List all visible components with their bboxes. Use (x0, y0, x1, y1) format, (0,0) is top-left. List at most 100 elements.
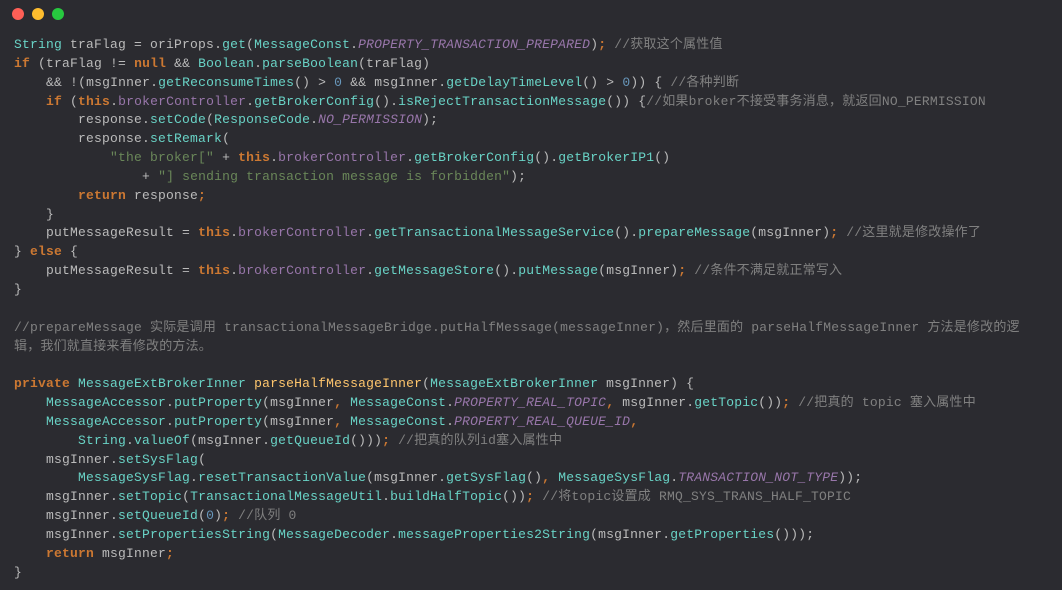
code-token: && (46, 75, 62, 90)
code-token: ()) (758, 395, 782, 410)
code-token: MessageConst (350, 414, 446, 429)
code-token (190, 225, 198, 240)
code-token: MessageAccessor (46, 414, 166, 429)
code-token: buildHalfTopic (390, 489, 502, 504)
code-indent (14, 75, 46, 90)
code-token: ( (182, 489, 190, 504)
code-token: 0 (334, 75, 342, 90)
code-token: msgInner (46, 452, 110, 467)
code-token: MessageExtBrokerInner (430, 376, 598, 391)
code-token: PROPERTY_REAL_TOPIC (454, 395, 606, 410)
code-token: )); (838, 470, 862, 485)
code-token: (msgInner (366, 470, 438, 485)
code-token: . (142, 131, 150, 146)
code-token: )) { (630, 75, 670, 90)
code-token: (). (614, 225, 638, 240)
code-token: TRANSACTION_NOT_TYPE (678, 470, 838, 485)
code-token: PROPERTY_TRANSACTION_PREPARED (358, 37, 590, 52)
code-indent (14, 508, 46, 523)
code-indent (14, 546, 46, 561)
code-comment: //队列 0 (230, 508, 296, 523)
code-token (214, 150, 222, 165)
code-indent (14, 395, 46, 410)
code-token: } (14, 244, 30, 259)
code-token: . (230, 263, 238, 278)
code-token: ( (246, 37, 254, 52)
code-token: ; (198, 188, 206, 203)
code-token: String (78, 433, 126, 448)
code-token: else (30, 244, 62, 259)
code-token: . (110, 94, 118, 109)
code-comment: //条件不满足就正常写入 (686, 263, 842, 278)
code-token: . (110, 489, 118, 504)
code-token: . (166, 395, 174, 410)
code-token: (msgInner (78, 75, 150, 90)
code-token: String (14, 37, 62, 52)
code-indent (14, 263, 46, 278)
code-token: putMessageResult (46, 263, 182, 278)
code-string: "the broker[" (110, 150, 214, 165)
code-token: oriProps (142, 37, 214, 52)
code-token: setPropertiesString (118, 527, 270, 542)
code-token: response (126, 188, 198, 203)
code-token: . (230, 225, 238, 240)
code-token: this (198, 225, 230, 240)
code-token: msgInner (366, 75, 438, 90)
code-token: (). (494, 263, 518, 278)
minimize-icon[interactable] (32, 8, 44, 20)
code-token: . (262, 433, 270, 448)
code-token: msgInner (94, 546, 166, 561)
code-token: . (166, 414, 174, 429)
maximize-icon[interactable] (52, 8, 64, 20)
code-token: + (222, 150, 230, 165)
code-token: prepareMessage (638, 225, 750, 240)
code-token: private (14, 376, 70, 391)
code-token: response (78, 112, 142, 127)
code-token: (). (374, 94, 398, 109)
code-token: } (46, 207, 54, 222)
code-token: ( (198, 452, 206, 467)
close-icon[interactable] (12, 8, 24, 20)
code-token: brokerController (238, 225, 366, 240)
code-indent (14, 414, 46, 429)
code-indent (14, 131, 78, 146)
code-token: && (174, 56, 190, 71)
code-token: getProperties (670, 527, 774, 542)
code-comment: //prepareMessage 实际是调用 transactionalMess… (14, 319, 1044, 357)
code-token: . (214, 37, 222, 52)
code-token: getBrokerConfig (414, 150, 534, 165)
code-indent (14, 207, 46, 222)
code-area[interactable]: String traFlag = oriProps.get(MessageCon… (0, 28, 1062, 590)
code-token: () (526, 470, 542, 485)
code-token: . (366, 263, 374, 278)
code-comment: //各种判断 (670, 75, 739, 90)
code-token: PROPERTY_REAL_QUEUE_ID (454, 414, 630, 429)
code-token: response (78, 131, 142, 146)
code-comment: //把真的 topic 塞入属性中 (790, 395, 976, 410)
code-token: MessageSysFlag (78, 470, 190, 485)
code-token: msgInner (614, 395, 686, 410)
code-token: , (606, 395, 614, 410)
code-token: putMessageResult (46, 225, 182, 240)
code-token: ; (382, 433, 390, 448)
code-token (150, 169, 158, 184)
code-token: . (270, 150, 278, 165)
code-comment: //如果broker不接受事务消息，就返回NO_PERMISSION (646, 94, 986, 109)
code-token: , (542, 470, 550, 485)
code-indent (14, 112, 78, 127)
code-token: ()) (502, 489, 526, 504)
code-string: "] sending transaction message is forbid… (158, 169, 510, 184)
code-token: ; (166, 546, 174, 561)
code-indent (14, 188, 78, 203)
code-comment: //获取这个属性值 (606, 37, 722, 52)
code-comment: //将topic设置成 RMQ_SYS_TRANS_HALF_TOPIC (534, 489, 851, 504)
code-token: > (318, 75, 326, 90)
code-token: ( (206, 112, 214, 127)
code-token: ) (590, 37, 598, 52)
code-token: ; (222, 508, 230, 523)
code-token: (msgInner (190, 433, 262, 448)
code-token: MessageConst (254, 37, 350, 52)
window-titlebar (0, 0, 1062, 28)
code-token: getSysFlag (446, 470, 526, 485)
code-token: { (62, 244, 78, 259)
